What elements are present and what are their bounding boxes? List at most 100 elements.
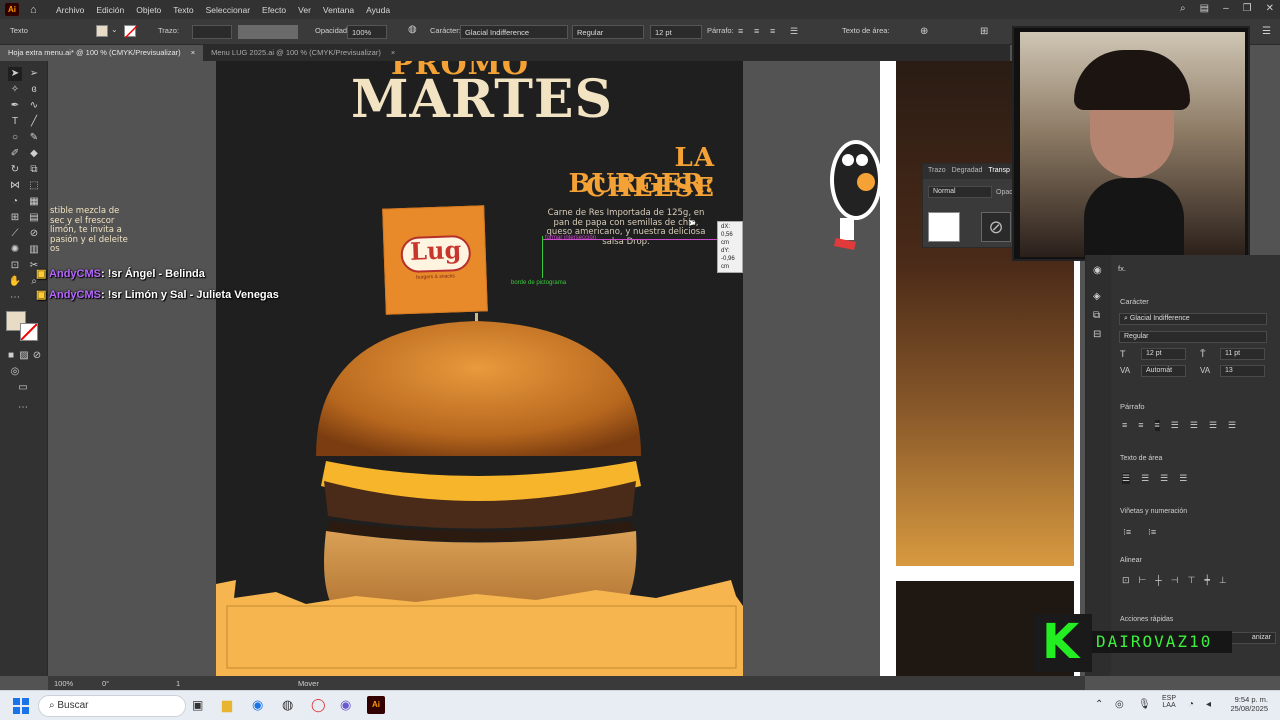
mesh-tool-icon[interactable]: ⊞	[8, 211, 22, 225]
font-size-field[interactable]: 12 pt	[1141, 348, 1186, 360]
free-transform-tool-icon[interactable]: ⬚	[27, 179, 41, 193]
align-hcenter-icon[interactable]: ┼	[1155, 575, 1161, 586]
font-size-field[interactable]: 12 pt	[650, 25, 702, 39]
torn-paper-shape[interactable]	[216, 576, 743, 676]
workspace-icon[interactable]: ▤	[1200, 3, 1209, 14]
variable-width-profile[interactable]	[238, 25, 298, 39]
blend-tool-icon[interactable]: ⊘	[27, 227, 41, 241]
eyedropper-tool-icon[interactable]: ⟋	[8, 227, 22, 241]
type-tool-icon[interactable]: T	[8, 115, 22, 129]
wifi-icon[interactable]: ◔	[1188, 699, 1194, 710]
pen-tool-icon[interactable]: ✒	[8, 99, 22, 113]
font-style-select[interactable]: Regular	[572, 25, 644, 39]
align-bottom-icon[interactable]: ☰	[1160, 473, 1168, 484]
align-left-icon[interactable]: ≡	[1122, 420, 1127, 431]
thumbnail[interactable]	[928, 212, 960, 242]
tab-menu-lug[interactable]: Menu LUG 2025.ai @ 100 % (CMYK/Previsual…	[203, 45, 404, 61]
menu-seleccionar[interactable]: Seleccionar	[206, 5, 250, 15]
font-style-select[interactable]: Regular	[1119, 331, 1267, 343]
mic-icon[interactable]: 🎙	[1138, 699, 1151, 710]
links-icon[interactable]: ⧉	[1093, 310, 1100, 321]
justify-all-icon[interactable]: ☰	[1228, 420, 1236, 431]
align-right-icon[interactable]: ≡	[1154, 420, 1160, 431]
scale-tool-icon[interactable]: ⧉	[27, 163, 41, 177]
menu-archivo[interactable]: Archivo	[56, 5, 84, 15]
align-center-icon[interactable]: ≡	[1138, 420, 1143, 431]
paragraph-label[interactable]: Párrafo:	[707, 26, 734, 35]
line-tool-icon[interactable]: ╱	[27, 115, 41, 129]
font-family-select[interactable]: ⌕ Glacial Indifference	[1119, 313, 1267, 325]
align-right-edge-icon[interactable]: ⊣	[1171, 575, 1179, 586]
align-top-icon[interactable]: ☰	[1122, 473, 1131, 484]
align-vcenter-icon[interactable]: ┿	[1204, 575, 1209, 586]
tab-trazo[interactable]: Trazo	[928, 167, 946, 176]
align-to-icon[interactable]: ⊡	[1122, 575, 1130, 586]
shape-builder-tool-icon[interactable]: ◔	[8, 195, 22, 209]
menu-ayuda[interactable]: Ayuda	[366, 5, 390, 15]
no-mask-icon[interactable]: ⊘	[981, 212, 1011, 242]
artboard-poster[interactable]: PROMO MARTES LA CHEESE BURGER: Carne de …	[216, 61, 743, 676]
mascot-sticker[interactable]	[826, 130, 882, 254]
volume-icon[interactable]: ◂	[1206, 699, 1211, 710]
menu-ventana[interactable]: Ventana	[323, 5, 354, 15]
symbol-sprayer-tool-icon[interactable]: ✺	[8, 243, 22, 257]
artboard-number[interactable]: 1	[176, 679, 180, 688]
tray-chevron-icon[interactable]: ⌃	[1095, 699, 1103, 710]
chevron-down-icon[interactable]: ⌄	[111, 25, 118, 34]
home-icon[interactable]: ⌂	[30, 4, 42, 16]
gradient-tool-icon[interactable]: ▤	[27, 211, 41, 225]
zoom-level[interactable]: 100%	[54, 679, 73, 688]
panel-menu-icon[interactable]: ☰	[1262, 26, 1271, 37]
recolor-icon[interactable]: ◍	[408, 24, 417, 35]
none-mode-icon[interactable]: ⊘	[30, 349, 44, 363]
character-label[interactable]: Carácter:	[430, 26, 461, 35]
opacity-field[interactable]: 100%	[347, 25, 387, 39]
lasso-tool-icon[interactable]: ɞ	[27, 83, 41, 97]
curvature-tool-icon[interactable]: ∿	[27, 99, 41, 113]
edge-icon[interactable]: ◉	[252, 697, 263, 713]
fill-swatch[interactable]	[96, 25, 108, 37]
illustrator-taskbar-icon[interactable]: Ai	[367, 696, 385, 714]
lug-flag[interactable]: Lug burgers & snacks	[382, 205, 488, 315]
opera-icon[interactable]: ◯	[311, 697, 326, 713]
align-middle-icon[interactable]: ☰	[1141, 473, 1149, 484]
appearance-icon[interactable]: ◉	[1093, 265, 1102, 276]
discord-icon[interactable]: ◉	[340, 697, 351, 713]
justify-left-icon[interactable]: ☰	[1171, 420, 1179, 431]
ellipse-tool-icon[interactable]: ○	[8, 131, 22, 145]
menu-texto[interactable]: Texto	[173, 5, 193, 15]
width-tool-icon[interactable]: ⋈	[8, 179, 22, 193]
file-explorer-icon[interactable]: ▆	[222, 697, 232, 713]
draw-mode-icon[interactable]: ◎	[8, 365, 22, 379]
rotation-value[interactable]: 0°	[102, 679, 109, 688]
graph-tool-icon[interactable]: ▥	[27, 243, 41, 257]
more-tools-icon[interactable]: ⋯	[16, 401, 30, 415]
menu-edicion[interactable]: Edición	[96, 5, 124, 15]
justify-center-icon[interactable]: ☰	[1190, 420, 1198, 431]
menu-ver[interactable]: Ver	[298, 5, 311, 15]
align-objects-icon[interactable]: ⊞	[980, 26, 988, 37]
stroke-color-swatch[interactable]	[20, 323, 38, 341]
stroke-weight-field[interactable]	[192, 25, 232, 39]
edit-toolbar-icon[interactable]: ⋯	[8, 291, 22, 305]
justify-vertical-icon[interactable]: ☰	[1179, 473, 1187, 484]
align-bottom-edge-icon[interactable]: ⊥	[1219, 575, 1227, 586]
layers-icon[interactable]: ◈	[1093, 291, 1101, 302]
menu-objeto[interactable]: Objeto	[136, 5, 161, 15]
screen-mode-icon[interactable]: ▭	[16, 381, 30, 395]
close-icon[interactable]: ✕	[1266, 3, 1274, 14]
shaper-tool-icon[interactable]: ✐	[8, 147, 22, 161]
align-left-edge-icon[interactable]: ⊢	[1139, 575, 1147, 586]
area-text-label[interactable]: Texto de área:	[842, 26, 890, 35]
align-center-icon[interactable]: ≡	[754, 26, 759, 36]
close-tab-icon[interactable]: ×	[391, 48, 395, 58]
align-left-icon[interactable]: ≡	[738, 26, 743, 36]
network-icon[interactable]: ◎	[1115, 699, 1124, 710]
search-icon[interactable]: ⌕	[1180, 3, 1186, 14]
menu-efecto[interactable]: Efecto	[262, 5, 286, 15]
blend-mode-select[interactable]: Normal	[928, 186, 992, 198]
stroke-swatch[interactable]	[124, 25, 138, 39]
minimize-icon[interactable]: –	[1223, 3, 1229, 14]
language-indicator[interactable]: ESP LAA	[1162, 695, 1176, 709]
tracking-field[interactable]: 13	[1220, 365, 1265, 377]
